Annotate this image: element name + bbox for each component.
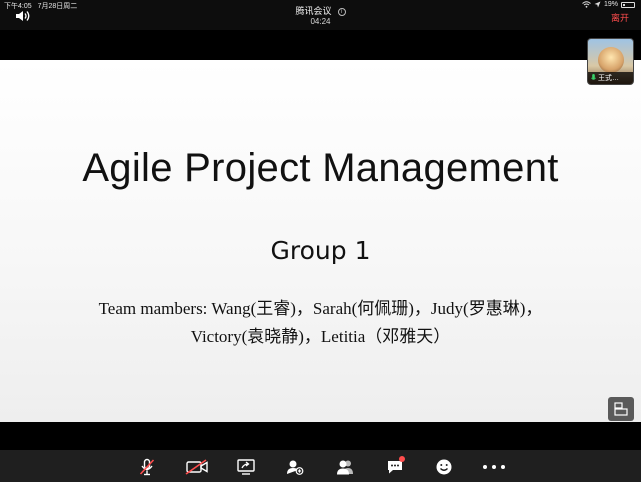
participant-name: 王式… <box>598 75 619 82</box>
meeting-elapsed-time: 04:24 <box>310 17 331 26</box>
more-button[interactable] <box>481 458 507 476</box>
participant-video-thumbnail[interactable]: 王式… <box>587 38 634 85</box>
participants-button[interactable] <box>335 458 355 476</box>
camera-button[interactable] <box>184 458 210 476</box>
participant-name-bar: 王式… <box>588 72 633 84</box>
more-icon <box>483 465 505 469</box>
slide-title: Agile Project Management <box>82 146 559 190</box>
info-icon[interactable]: i <box>337 8 346 16</box>
leave-button[interactable]: 离开 <box>611 11 629 24</box>
mic-active-icon <box>591 74 596 80</box>
slide-members-line2: Victory(袁晓静)，Letitia（邓雅天） <box>190 327 451 346</box>
meeting-app-title: 腾讯会议 <box>295 6 332 16</box>
layout-icon <box>614 402 628 416</box>
slide-members-line1: Team mambers: Wang(王睿)，Sarah(何佩珊)，Judy(罗… <box>98 299 543 318</box>
camera-off-icon <box>185 459 208 475</box>
chat-unread-badge <box>399 456 405 462</box>
meeting-title[interactable]: 腾讯会议 i <box>0 4 641 17</box>
add-user-icon <box>287 460 304 475</box>
participants-icon <box>337 460 353 475</box>
layout-switch-button[interactable] <box>608 397 634 421</box>
mic-muted-icon <box>139 458 155 476</box>
shared-slide: Agile Project Management Group 1 Team ma… <box>0 60 641 422</box>
meeting-toolbar <box>0 450 641 482</box>
location-icon <box>594 1 601 8</box>
chat-button[interactable] <box>385 456 405 476</box>
share-screen-button[interactable] <box>236 458 256 476</box>
reaction-button[interactable] <box>434 458 454 476</box>
battery-icon <box>621 1 635 8</box>
share-screen-icon <box>237 459 255 475</box>
mute-button[interactable] <box>137 458 157 476</box>
slide-subtitle: Group 1 <box>270 236 371 265</box>
status-right: 19% <box>582 1 635 8</box>
wifi-icon <box>582 1 591 8</box>
invite-button[interactable] <box>285 458 305 476</box>
smiley-icon <box>436 459 452 475</box>
battery-percent: 19% <box>603 1 618 8</box>
participant-video-image <box>598 47 624 73</box>
status-bar: 下午4:05 7月28日周二 腾讯会议 i 04:24 19% 离开 <box>0 0 641 30</box>
